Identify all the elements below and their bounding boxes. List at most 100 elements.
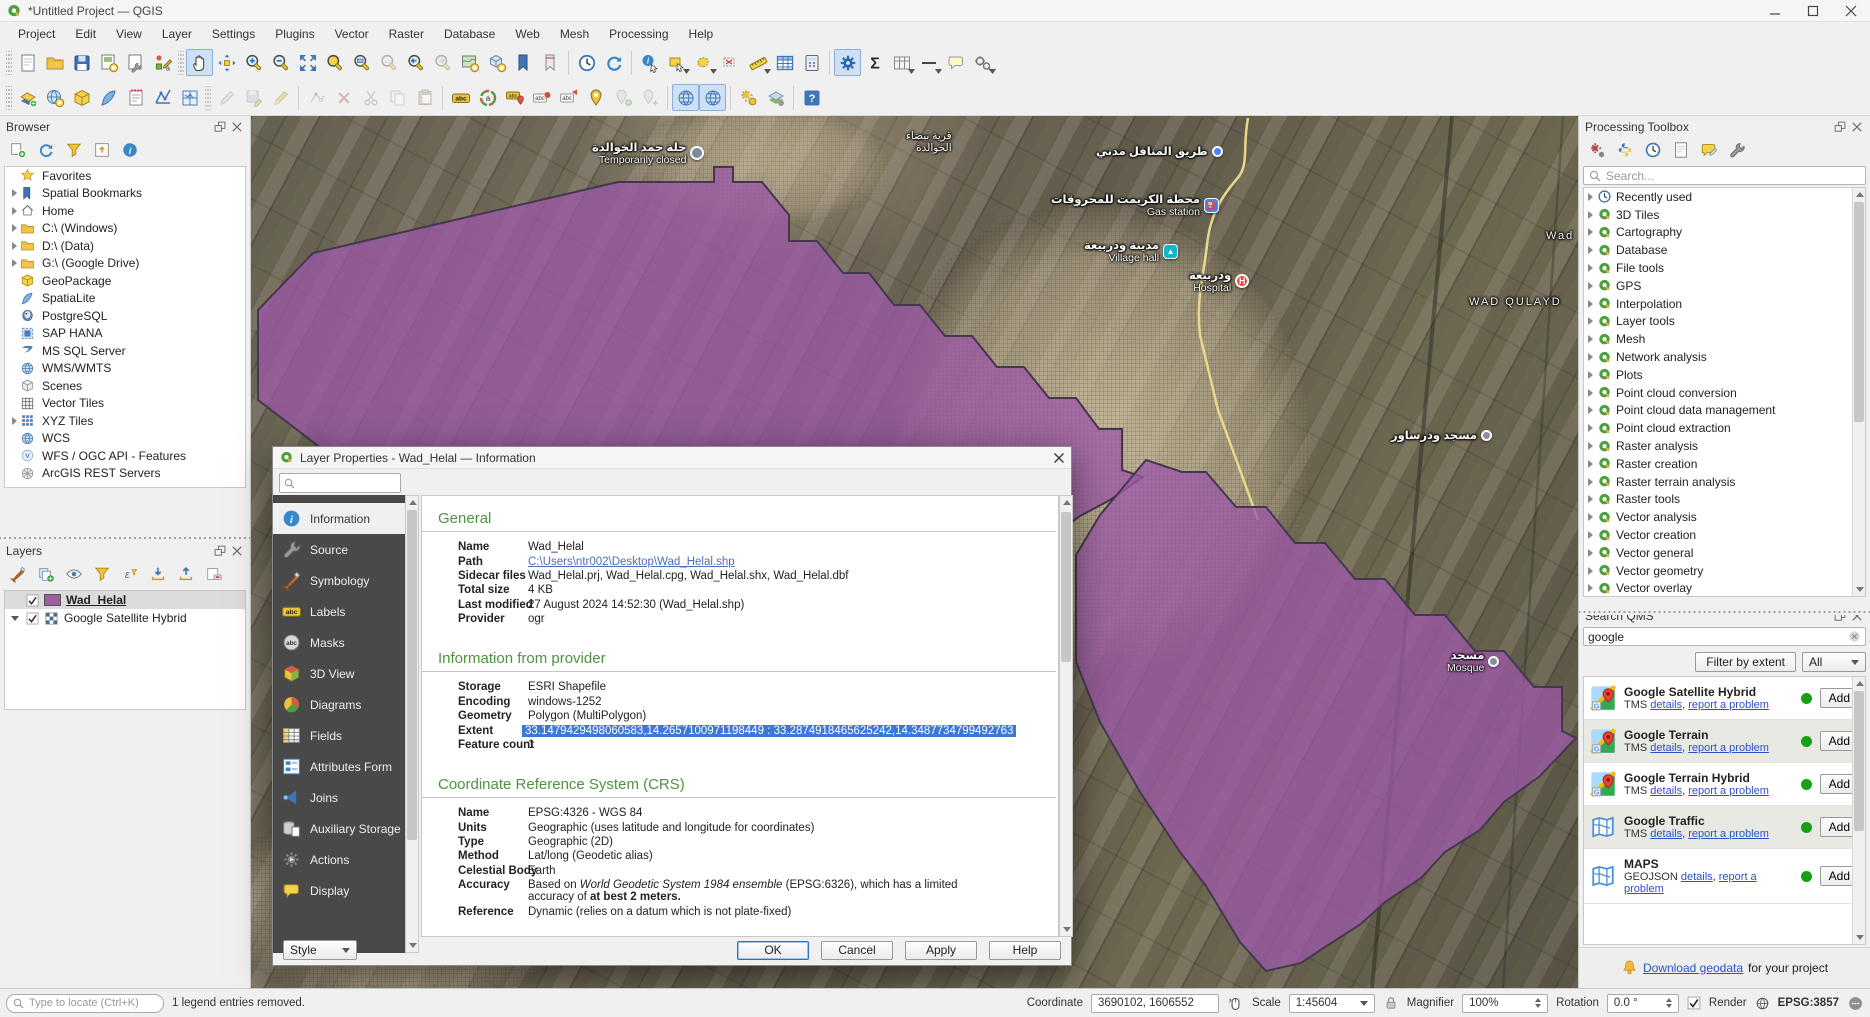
magnifier-value[interactable]: 100% [1462,994,1548,1013]
close-panel-icon[interactable] [1850,120,1864,134]
edit-help-button[interactable] [1697,138,1721,162]
new-raster-layer-button[interactable] [41,84,68,111]
select-by-freehand-button[interactable] [690,49,717,76]
collapse-all-button[interactable] [174,562,198,586]
vertex-tool-button[interactable] [303,84,330,111]
lock-icon[interactable] [1383,995,1399,1011]
processing-category-3d-tiles[interactable]: 3D Tiles [1584,206,1865,224]
browser-item-arcgis-rest-servers[interactable]: ArcGIS REST Servers [5,465,245,483]
dialog-tab-joins[interactable]: Joins [273,782,405,813]
new-geopackage-layer-button[interactable] [68,84,95,111]
report-problem-link[interactable]: report a problem [1688,699,1769,711]
new-project-button[interactable] [14,49,41,76]
menu-processing[interactable]: Processing [599,24,678,44]
statistical-summary-button[interactable]: Σ [861,49,888,76]
processing-category-point-cloud-extraction[interactable]: Point cloud extraction [1584,419,1865,437]
menu-plugins[interactable]: Plugins [265,24,324,44]
processing-category-file-tools[interactable]: File tools [1584,259,1865,277]
browser-item-postgresql[interactable]: PostgreSQL [5,307,245,325]
style-manager-button[interactable]: a [149,49,176,76]
processing-category-gps[interactable]: GPS [1584,277,1865,295]
processing-category-vector-geometry[interactable]: Vector geometry [1584,562,1865,580]
scrollbar[interactable] [405,495,419,953]
identify-features-button[interactable]: i [636,49,663,76]
locate-input[interactable]: Type to locate (Ctrl+K) [6,994,164,1013]
add-group-button[interactable] [34,562,58,586]
map-tips-button[interactable] [942,49,969,76]
dialog-tab-diagrams[interactable]: Diagrams [273,689,405,720]
rotation-value[interactable]: 0.0 ° [1607,994,1679,1013]
status-crs[interactable]: EPSG:3857 [1778,997,1839,1009]
processing-search-input[interactable]: Search... [1583,166,1866,185]
pan-to-selection-button[interactable] [213,49,240,76]
history-button[interactable] [1641,138,1665,162]
cut-features-button[interactable] [357,84,384,111]
dialog-titlebar[interactable]: Layer Properties - Wad_Helal — Informati… [273,447,1071,469]
new-3d-map-view-button[interactable] [483,49,510,76]
ok-button[interactable]: OK [737,941,809,960]
qms-type-filter[interactable]: All [1802,652,1866,672]
processing-category-vector-general[interactable]: Vector general [1584,544,1865,562]
minimize-button[interactable] [1756,0,1794,22]
layer-tools-button[interactable] [762,84,789,111]
details-link[interactable]: details [1650,699,1682,711]
layer-styling-button[interactable]: a [474,84,501,111]
new-vector-tile-layer-button[interactable] [176,84,203,111]
dialog-tab-fields[interactable]: Fields [273,720,405,751]
style-menu-button[interactable]: Style [283,940,357,960]
scrollbar[interactable] [1059,495,1073,937]
paste-features-button[interactable] [411,84,438,111]
processing-options-button[interactable] [1585,138,1609,162]
wad-helal-polygon[interactable] [1076,460,1576,971]
new-spatialite-layer-button[interactable] [95,84,122,111]
menu-vector[interactable]: Vector [325,24,379,44]
layer-color-swatch[interactable] [44,594,61,606]
menu-project[interactable]: Project [8,24,65,44]
zoom-full-button[interactable] [294,49,321,76]
layer-item-google-satellite-hybrid[interactable]: Google Satellite Hybrid [5,609,245,627]
dialog-tab-search-input[interactable] [279,473,401,493]
measure-line-button[interactable] [744,49,771,76]
browser-item-home[interactable]: Home [5,202,245,220]
processing-category-database[interactable]: Database [1584,241,1865,259]
move-label-button[interactable] [636,84,663,111]
processing-category-vector-analysis[interactable]: Vector analysis [1584,508,1865,526]
properties-button[interactable]: i [118,138,142,162]
open-attribute-table-button[interactable] [771,49,798,76]
dialog-tab-auxiliary-storage[interactable]: Auxiliary Storage [273,813,405,844]
zoom-last-button[interactable] [402,49,429,76]
toolbar-grip[interactable] [6,51,12,75]
zoom-to-layer-button[interactable] [348,49,375,76]
filter-expression-button[interactable]: ε [118,562,142,586]
float-panel-icon[interactable] [213,544,227,558]
scrollbar[interactable] [1852,677,1865,944]
layer-labeling-button[interactable]: abc [447,84,474,111]
processing-options-button[interactable] [735,84,762,111]
new-map-view-button[interactable] [456,49,483,76]
pin-labels-button[interactable] [582,84,609,111]
filter-legend-button[interactable] [90,562,114,586]
dialog-tab-actions[interactable]: Actions [273,844,405,875]
download-geodata-link[interactable]: Download geodata [1643,961,1743,975]
details-link[interactable]: details [1650,742,1682,754]
processing-category-point-cloud-data-management[interactable]: Point cloud data management [1584,402,1865,420]
report-problem-link[interactable]: report a problem [1688,785,1769,797]
new-vector-layer-button[interactable] [14,84,41,111]
filter-by-extent-button[interactable]: Filter by extent [1695,652,1796,672]
delete-selected-button[interactable] [330,84,357,111]
menu-edit[interactable]: Edit [65,24,106,44]
browser-item-wfs-ogc-api-features[interactable]: VWFS / OGC API - Features [5,447,245,465]
save-edits-button[interactable] [240,84,267,111]
results-viewer-button[interactable] [1669,138,1693,162]
dialog-tab-3d-view[interactable]: 3D View [273,658,405,689]
zoom-out-button[interactable] [267,49,294,76]
pan-map-button[interactable] [186,49,213,76]
menu-layer[interactable]: Layer [152,24,202,44]
browser-item-geopackage[interactable]: GeoPackage [5,272,245,290]
processing-category-raster-creation[interactable]: Raster creation [1584,455,1865,473]
render-checkbox[interactable] [1687,996,1701,1010]
refresh-button[interactable] [34,138,58,162]
close-panel-icon[interactable] [230,120,244,134]
search-settings-button[interactable] [969,49,996,76]
processing-category-mesh[interactable]: Mesh [1584,330,1865,348]
